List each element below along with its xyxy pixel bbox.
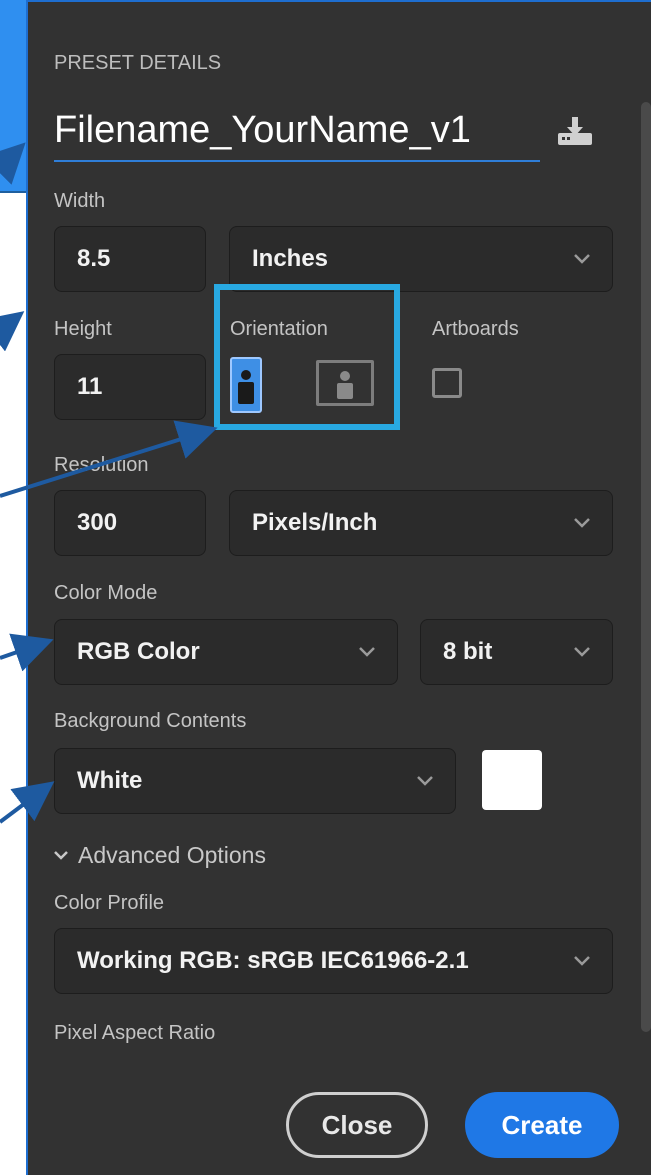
width-unit-value: Inches	[252, 245, 329, 272]
bit-depth-value: 8 bit	[443, 638, 493, 665]
height-value: 11	[77, 373, 103, 400]
background-color-swatch[interactable]	[482, 750, 542, 810]
color-profile-value: Working RGB: sRGB IEC61966-2.1	[77, 947, 469, 974]
section-title: PRESET DETAILS	[54, 52, 222, 74]
width-value: 8.5	[77, 245, 111, 272]
advanced-options-label: Advanced Options	[78, 842, 266, 868]
artboards-label: Artboards	[432, 318, 519, 340]
resolution-unit-value: Pixels/Inch	[252, 509, 378, 536]
width-input[interactable]: 8.5	[54, 226, 206, 292]
background-contents-label: Background Contents	[54, 710, 247, 732]
advanced-options-toggle[interactable]: Advanced Options	[54, 842, 266, 869]
orientation-label: Orientation	[230, 318, 328, 340]
chevron-down-icon	[54, 850, 68, 860]
width-unit-select[interactable]: Inches	[229, 226, 613, 292]
color-profile-select[interactable]: Working RGB: sRGB IEC61966-2.1	[54, 928, 613, 994]
resolution-input[interactable]: 300	[54, 490, 206, 556]
color-mode-select[interactable]: RGB Color	[54, 619, 398, 685]
download-icon[interactable]	[558, 117, 592, 145]
resolution-label: Resolution	[54, 454, 149, 476]
filename-field[interactable]	[54, 102, 540, 162]
width-label: Width	[54, 190, 106, 212]
chevron-down-icon	[359, 647, 375, 657]
color-mode-value: RGB Color	[77, 638, 200, 665]
pixel-aspect-ratio-label: Pixel Aspect Ratio	[54, 1022, 216, 1044]
bit-depth-select[interactable]: 8 bit	[420, 619, 613, 685]
close-button[interactable]: Close	[286, 1092, 428, 1158]
artboards-checkbox[interactable]	[432, 368, 462, 398]
scrollbar[interactable]	[641, 102, 651, 1032]
chevron-down-icon	[417, 776, 433, 786]
portrait-orientation-icon[interactable]	[230, 357, 262, 413]
chevron-down-icon	[574, 518, 590, 528]
background-contents-select[interactable]: White	[54, 748, 456, 814]
landscape-orientation-icon[interactable]	[316, 360, 374, 406]
color-mode-label: Color Mode	[54, 582, 158, 604]
resolution-unit-select[interactable]: Pixels/Inch	[229, 490, 613, 556]
new-document-preset-panel: PRESET DETAILS Width 8.5 Inches Height 1…	[26, 0, 651, 1175]
create-button[interactable]: Create	[465, 1092, 619, 1158]
chevron-down-icon	[574, 647, 590, 657]
color-profile-label: Color Profile	[54, 892, 165, 914]
background-contents-value: White	[77, 767, 143, 794]
filename-input[interactable]	[54, 102, 540, 158]
chevron-down-icon	[574, 254, 590, 264]
chevron-down-icon	[574, 956, 590, 966]
resolution-value: 300	[77, 509, 118, 536]
annotation-arrow	[0, 311, 25, 352]
height-input[interactable]: 11	[54, 354, 206, 420]
height-label: Height	[54, 318, 112, 340]
